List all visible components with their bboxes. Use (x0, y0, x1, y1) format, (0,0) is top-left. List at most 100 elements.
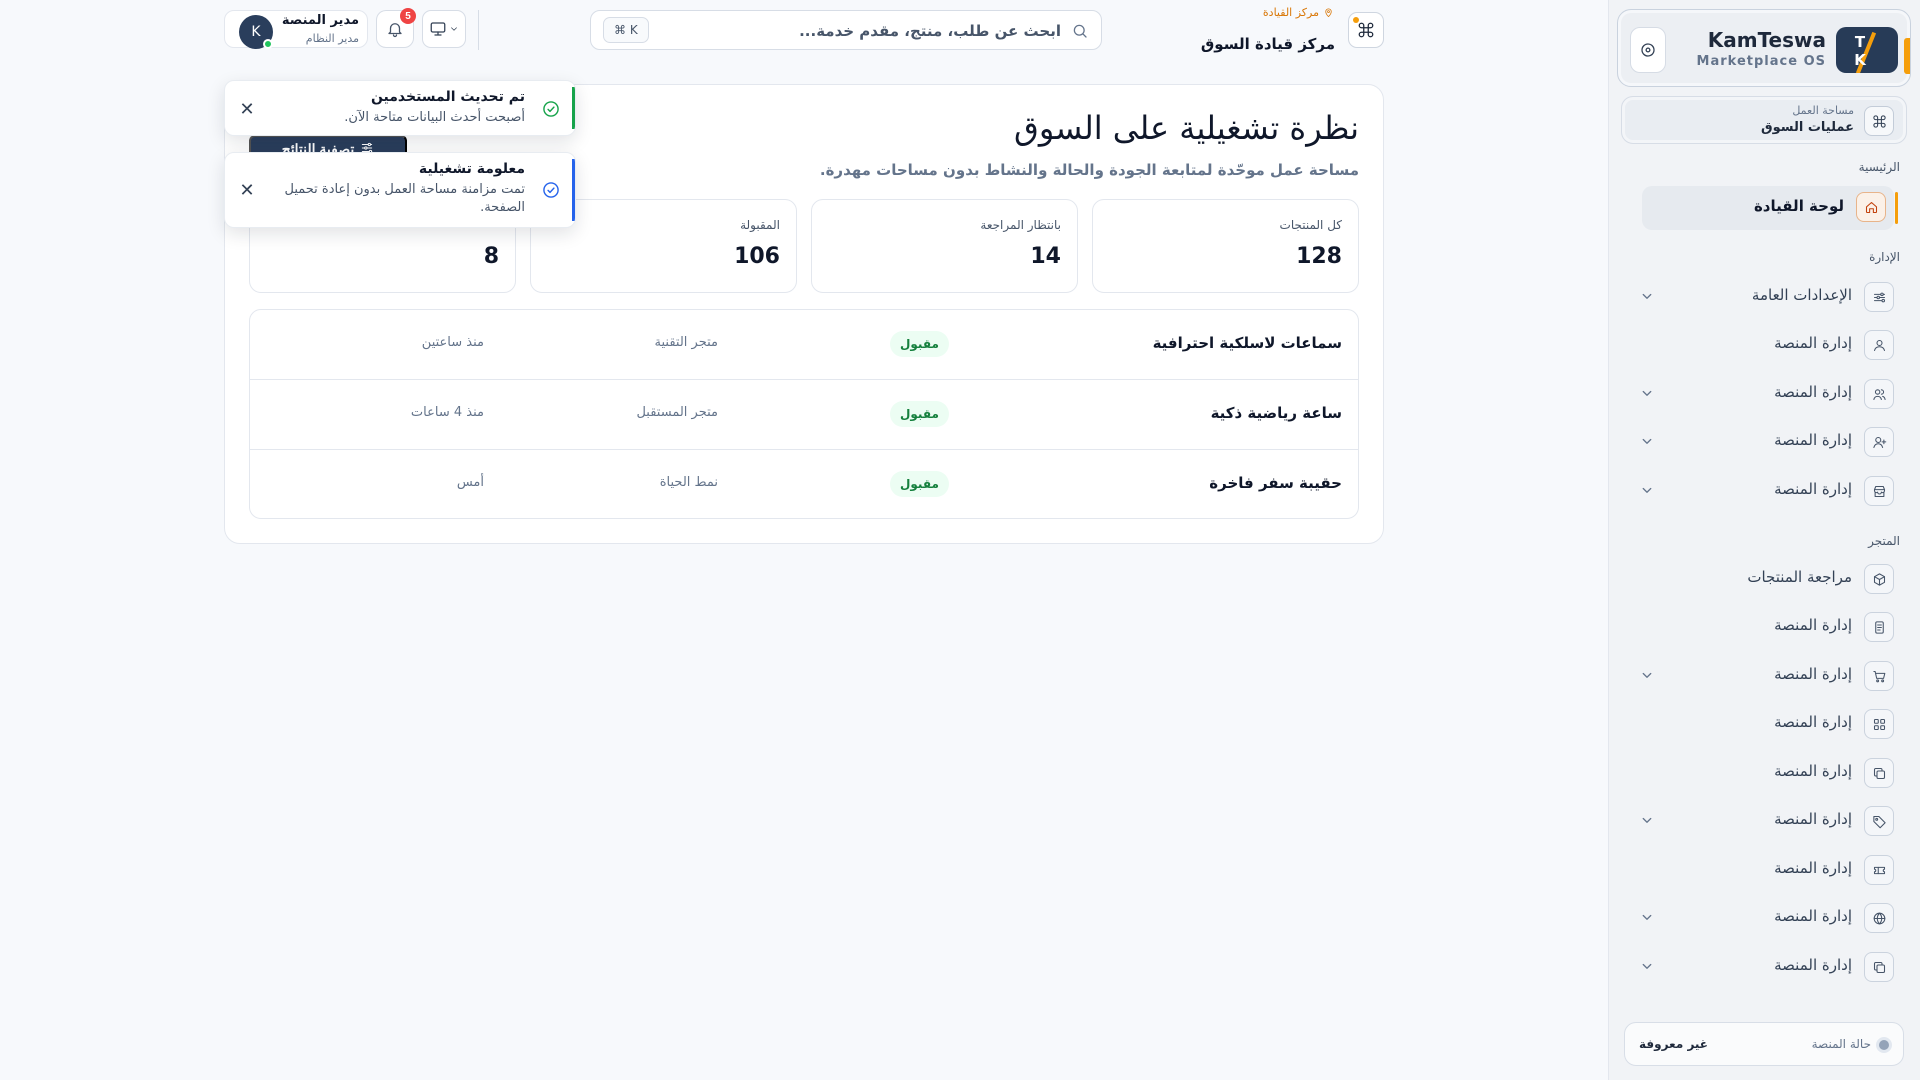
box-icon (1873, 572, 1885, 586)
sidebar-item-13[interactable]: إدارة المنصة (1632, 897, 1902, 937)
product-name: سماعات لاسلكية احترافية (1152, 334, 1342, 352)
grid-icon (1873, 718, 1885, 730)
page-subtitle: مساحة عمل موحّدة لمتابعة الجودة والحالة … (819, 161, 1359, 179)
notification-count-badge: 5 (400, 8, 416, 24)
sidebar-item-4[interactable]: إدارة المنصة (1632, 421, 1902, 461)
sidebar-item-5[interactable]: إدارة المنصة (1632, 470, 1902, 510)
sidebar-item-label: إدارة المنصة (1774, 616, 1852, 634)
copy-icon (1873, 767, 1885, 779)
sidebar-item-14[interactable]: إدارة المنصة (1632, 946, 1902, 986)
chevron-down-icon[interactable] (1638, 957, 1656, 975)
status-value: غير معروفة (1639, 1037, 1708, 1051)
workspace-switcher[interactable]: مساحة العمل عمليات السوق (1621, 96, 1907, 144)
sidebar-item-3[interactable]: إدارة المنصة (1632, 373, 1902, 413)
sidebar-item-6[interactable]: مراجعة المنتجات (1632, 558, 1902, 598)
stat-card-pending-review[interactable]: بانتظار المراجعة 14 (811, 199, 1078, 293)
sidebar-item-10[interactable]: إدارة المنصة (1632, 752, 1902, 792)
store-icon-box (1864, 476, 1894, 506)
sidebar-item-label: إدارة المنصة (1774, 907, 1852, 925)
page-heading: مركز قيادة السوق (1200, 35, 1335, 53)
toast-info: معلومة تشغيلية تمت مزامنة مساحة العمل بد… (224, 152, 576, 228)
sidebar-item-11[interactable]: إدارة المنصة (1632, 800, 1902, 840)
breadcrumb: مركز القيادة (1263, 6, 1334, 19)
toast-message: تمت مزامنة مساحة العمل بدون إعادة تحميل … (284, 182, 525, 215)
user-icon (1873, 339, 1885, 351)
stat-value: 128 (1296, 244, 1342, 269)
timestamp: منذ 4 ساعات (410, 405, 484, 420)
sidebar-item-0[interactable]: لوحة القيادة (1642, 186, 1898, 230)
chevron-down-icon[interactable] (1638, 481, 1656, 499)
store-name: نمط الحياة (659, 475, 718, 490)
globe-icon (1873, 912, 1885, 924)
command-palette-button[interactable] (1348, 12, 1384, 48)
chevron-down-icon[interactable] (1638, 384, 1656, 402)
user-plus-icon (1872, 436, 1886, 448)
sidebar-item-9[interactable]: إدارة المنصة (1632, 703, 1902, 743)
notifications-button[interactable]: 5 (376, 8, 416, 48)
table-row[interactable]: حقيبة سفر فاخرة مقبول نمط الحياة أمس (250, 450, 1358, 518)
sidebar-item-12[interactable]: إدارة المنصة (1632, 849, 1902, 889)
product-name: حقيبة سفر فاخرة (1209, 474, 1342, 492)
sidebar-item-label: إدارة المنصة (1774, 859, 1852, 877)
box-icon-box (1864, 564, 1894, 594)
user-menu[interactable]: K مدير المنصة مدير النظام (224, 10, 368, 49)
status-dot (1879, 1040, 1889, 1050)
store-name: متجر التقنية (654, 335, 718, 350)
stat-card-all-products[interactable]: كل المنتجات 128 (1092, 199, 1359, 293)
brand-card: T K KamTeswa Marketplace OS (1617, 9, 1911, 87)
chevron-down-icon[interactable] (1638, 287, 1656, 305)
sidebar-item-2[interactable]: إدارة المنصة (1632, 324, 1902, 364)
toast-message: أصبحت أحدث البيانات متاحة الآن. (344, 110, 525, 125)
copy-icon-box (1864, 952, 1894, 982)
copy-icon-box (1864, 758, 1894, 788)
toast-success: تم تحديث المستخدمين أصبحت أحدث البيانات … (224, 80, 576, 136)
shortcut-hint: ⌘ K (603, 17, 649, 43)
store-name: متجر المستقبل (636, 405, 718, 420)
sidebar-item-label: مراجعة المنتجات (1747, 568, 1852, 586)
sidebar-item-label: الإعدادات العامة (1751, 286, 1852, 304)
sidebar-item-1[interactable]: الإعدادات العامة (1632, 276, 1902, 316)
platform-status: حالة المنصة غير معروفة (1624, 1022, 1904, 1066)
close-icon[interactable]: ✕ (237, 99, 257, 120)
tag-icon-box (1864, 806, 1894, 836)
section-title-store: المتجر (1868, 534, 1900, 548)
sliders-icon (1873, 292, 1885, 302)
home-icon-box (1856, 192, 1886, 222)
tag-icon (1872, 815, 1886, 828)
command-icon (1864, 106, 1894, 136)
sidebar-toggle-button[interactable] (1630, 27, 1666, 73)
sidebar-item-label: إدارة المنصة (1774, 334, 1852, 352)
ticket-icon (1873, 866, 1885, 874)
bell-icon (388, 23, 402, 38)
search-input[interactable] (701, 17, 1061, 45)
global-search: ⌘ K (590, 10, 1102, 50)
sidebar-item-label: إدارة المنصة (1774, 383, 1852, 401)
online-indicator (263, 39, 273, 49)
sidebar-item-label: إدارة المنصة (1774, 956, 1852, 974)
stat-value: 106 (734, 244, 780, 269)
sidebar-item-label: إدارة المنصة (1774, 762, 1852, 780)
table-row[interactable]: ساعة رياضية ذكية مقبول متجر المستقبل منذ… (250, 380, 1358, 450)
sidebar-item-label: إدارة المنصة (1774, 431, 1852, 449)
globe-icon-box (1864, 903, 1894, 933)
grid-icon-box (1864, 709, 1894, 739)
toast-title: تم تحديث المستخدمين (370, 89, 525, 105)
display-mode-button[interactable] (422, 10, 466, 48)
user-name: مدير المنصة (281, 13, 359, 28)
sidebar-item-7[interactable]: إدارة المنصة (1632, 606, 1902, 646)
sidebar-item-8[interactable]: إدارة المنصة (1632, 655, 1902, 695)
document-icon-box (1864, 612, 1894, 642)
toast-title: معلومة تشغيلية (418, 161, 525, 177)
table-row[interactable]: سماعات لاسلكية احترافية مقبول متجر التقن… (250, 310, 1358, 380)
sliders-icon-box (1864, 282, 1894, 312)
users-icon-box (1864, 379, 1894, 409)
chevron-down-icon[interactable] (1638, 666, 1656, 684)
toolbar-divider (478, 10, 479, 50)
chevron-down-icon[interactable] (1638, 811, 1656, 829)
chevron-down-icon[interactable] (1638, 908, 1656, 926)
chevron-down-icon (451, 27, 457, 31)
sidebar-item-label: إدارة المنصة (1774, 480, 1852, 498)
close-icon[interactable]: ✕ (237, 180, 257, 201)
chevron-down-icon[interactable] (1638, 432, 1656, 450)
stat-label: المقبولة (740, 218, 780, 232)
